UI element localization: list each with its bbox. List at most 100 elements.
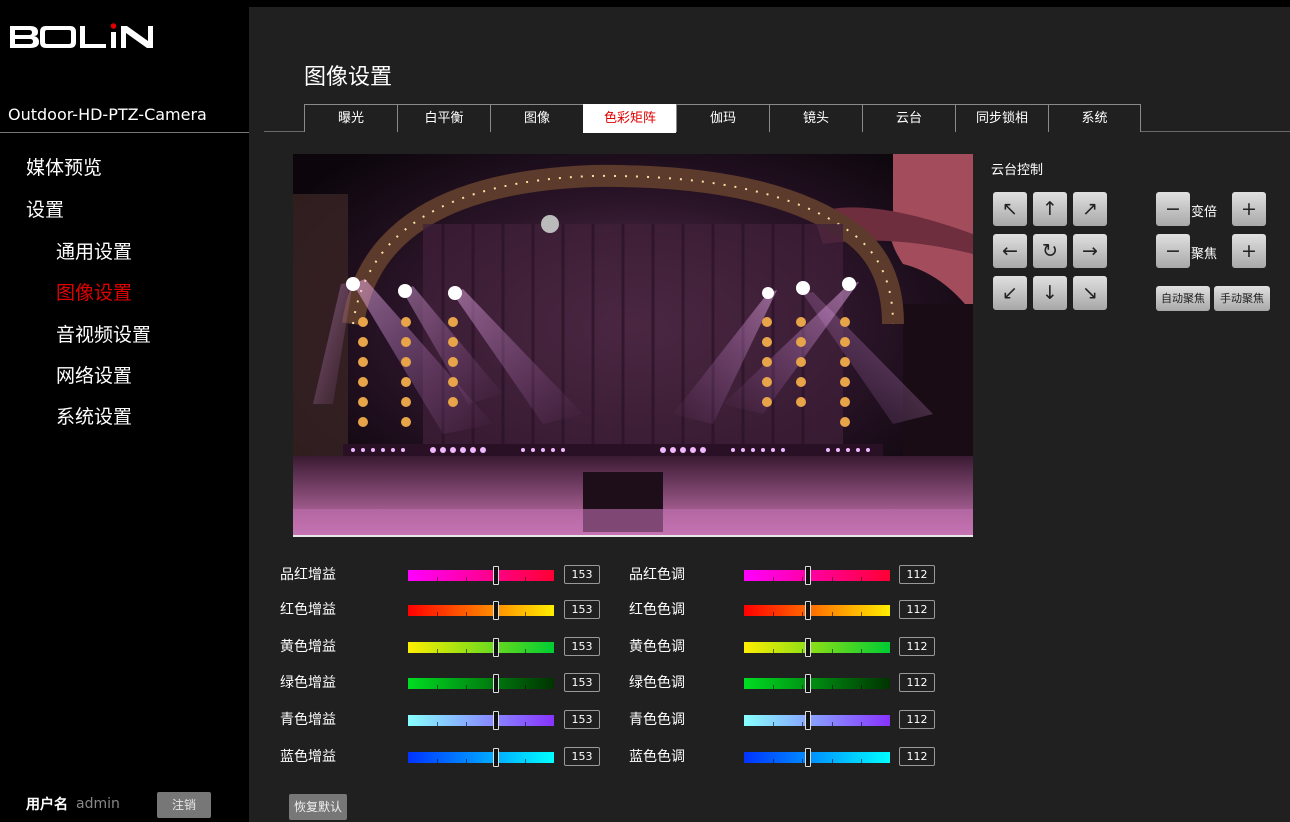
slider-row-yellow-gain: 黄色增益 153 [280,636,610,658]
slider-row-blue-gain: 蓝色增益 153 [280,746,610,768]
nav-settings[interactable]: 设置 [26,195,64,222]
slider-label: 品红色调 [629,567,685,583]
zoom-out-button[interactable]: − [1156,192,1190,226]
ptz-left-button[interactable]: ← [993,234,1027,268]
magenta-gain-value[interactable]: 153 [564,565,600,584]
focus-near-button[interactable]: − [1156,234,1190,268]
yellow-hue-value[interactable]: 112 [899,637,935,656]
blue-hue-value[interactable]: 112 [899,747,935,766]
slider-label: 绿色色调 [629,675,685,691]
slider-row-cyan-hue: 青色色调 112 [629,709,949,731]
ptz-right-button[interactable]: → [1073,234,1107,268]
slider-label: 黄色色调 [629,639,685,655]
green-gain-track[interactable] [408,674,554,693]
ptz-up-button[interactable]: ↑ [1033,192,1067,226]
tab-image[interactable]: 图像 [490,104,583,132]
slider-thumb[interactable] [492,711,499,730]
slider-label: 品红增益 [280,567,336,583]
device-model-label: Outdoor-HD-PTZ-Camera [8,105,207,124]
ptz-down-left-button[interactable]: ↙ [993,276,1027,310]
tab-system[interactable]: 系统 [1048,104,1141,132]
cyan-gain-track[interactable] [408,711,554,730]
restore-defaults-button[interactable]: 恢复默认 [289,794,347,820]
arrow-down-icon: ↓ [1042,282,1058,304]
ptz-home-button[interactable]: ↻ [1033,234,1067,268]
nav-image-settings[interactable]: 图像设置 [56,278,132,305]
yellow-hue-track[interactable] [744,638,890,657]
red-gain-value[interactable]: 153 [564,600,600,619]
plus-icon: + [1241,198,1257,220]
slider-thumb[interactable] [492,638,499,657]
slider-thumb[interactable] [805,674,812,693]
red-hue-value[interactable]: 112 [899,600,935,619]
cyan-hue-value[interactable]: 112 [899,710,935,729]
slider-thumb[interactable] [805,601,812,620]
red-hue-track[interactable] [744,601,890,620]
slider-row-green-hue: 绿色色调 112 [629,672,949,694]
slider-thumb[interactable] [492,601,499,620]
tab-exposure[interactable]: 曝光 [304,104,397,132]
green-gain-value[interactable]: 153 [564,673,600,692]
red-gain-track[interactable] [408,601,554,620]
ptz-up-right-button[interactable]: ↗ [1073,192,1107,226]
slider-label: 青色色调 [629,712,685,728]
ptz-up-left-button[interactable]: ↖ [993,192,1027,226]
magenta-hue-value[interactable]: 112 [899,565,935,584]
yellow-gain-track[interactable] [408,638,554,657]
slider-row-yellow-hue: 黄色色调 112 [629,636,949,658]
nav-system-settings[interactable]: 系统设置 [56,402,132,429]
slider-row-green-gain: 绿色增益 153 [280,672,610,694]
cyan-hue-track[interactable] [744,711,890,730]
auto-focus-button[interactable]: 自动聚焦 [1156,286,1210,311]
plus-icon: + [1241,240,1257,262]
slider-thumb[interactable] [805,566,812,585]
blue-gain-value[interactable]: 153 [564,747,600,766]
magenta-gain-track[interactable] [408,566,554,585]
focus-far-button[interactable]: + [1232,234,1266,268]
nav-av-settings[interactable]: 音视频设置 [56,320,151,347]
tab-bar: 曝光 白平衡 图像 色彩矩阵 伽玛 镜头 云台 同步锁相 系统 [304,104,1141,133]
tab-gamma[interactable]: 伽玛 [676,104,769,132]
slider-thumb[interactable] [492,674,499,693]
minus-icon: − [1165,198,1181,220]
video-preview [293,154,973,536]
tab-lens[interactable]: 镜头 [769,104,862,132]
slider-label: 黄色增益 [280,639,336,655]
main-panel: 图像设置 曝光 白平衡 图像 色彩矩阵 伽玛 镜头 云台 同步锁相 系统 云台控… [249,7,1290,822]
magenta-hue-track[interactable] [744,566,890,585]
page-title: 图像设置 [304,65,393,90]
tab-white-balance[interactable]: 白平衡 [397,104,490,132]
ptz-down-button[interactable]: ↓ [1033,276,1067,310]
green-hue-track[interactable] [744,674,890,693]
blue-hue-track[interactable] [744,748,890,767]
slider-thumb[interactable] [805,748,812,767]
tab-color-matrix[interactable]: 色彩矩阵 [583,104,676,133]
slider-thumb[interactable] [805,711,812,730]
tab-genlock[interactable]: 同步锁相 [955,104,1048,132]
slider-row-blue-hue: 蓝色色调 112 [629,746,949,768]
slider-thumb[interactable] [492,748,499,767]
arrow-up-right-icon: ↗ [1082,198,1098,220]
manual-focus-button[interactable]: 手动聚焦 [1214,286,1270,311]
tab-ptz[interactable]: 云台 [862,104,955,132]
user-info: 用户名 admin [26,794,120,814]
stage-scene-image [293,154,973,536]
arrow-up-left-icon: ↖ [1002,198,1018,220]
nav-media-preview[interactable]: 媒体预览 [26,153,102,180]
ptz-down-right-button[interactable]: ↘ [1073,276,1107,310]
nav-network-settings[interactable]: 网络设置 [56,361,132,388]
slider-thumb[interactable] [805,638,812,657]
slider-thumb[interactable] [492,566,499,585]
yellow-gain-value[interactable]: 153 [564,637,600,656]
cyan-gain-value[interactable]: 153 [564,710,600,729]
nav-general-settings[interactable]: 通用设置 [56,237,132,264]
zoom-in-button[interactable]: + [1232,192,1266,226]
slider-label: 红色色调 [629,602,685,618]
green-hue-value[interactable]: 112 [899,673,935,692]
ptz-control-title: 云台控制 [991,163,1044,178]
logout-button[interactable]: 注销 [157,792,211,818]
focus-label: 聚焦 [1191,247,1218,262]
blue-gain-track[interactable] [408,748,554,767]
minus-icon: − [1165,240,1181,262]
arrow-right-icon: → [1082,240,1098,262]
